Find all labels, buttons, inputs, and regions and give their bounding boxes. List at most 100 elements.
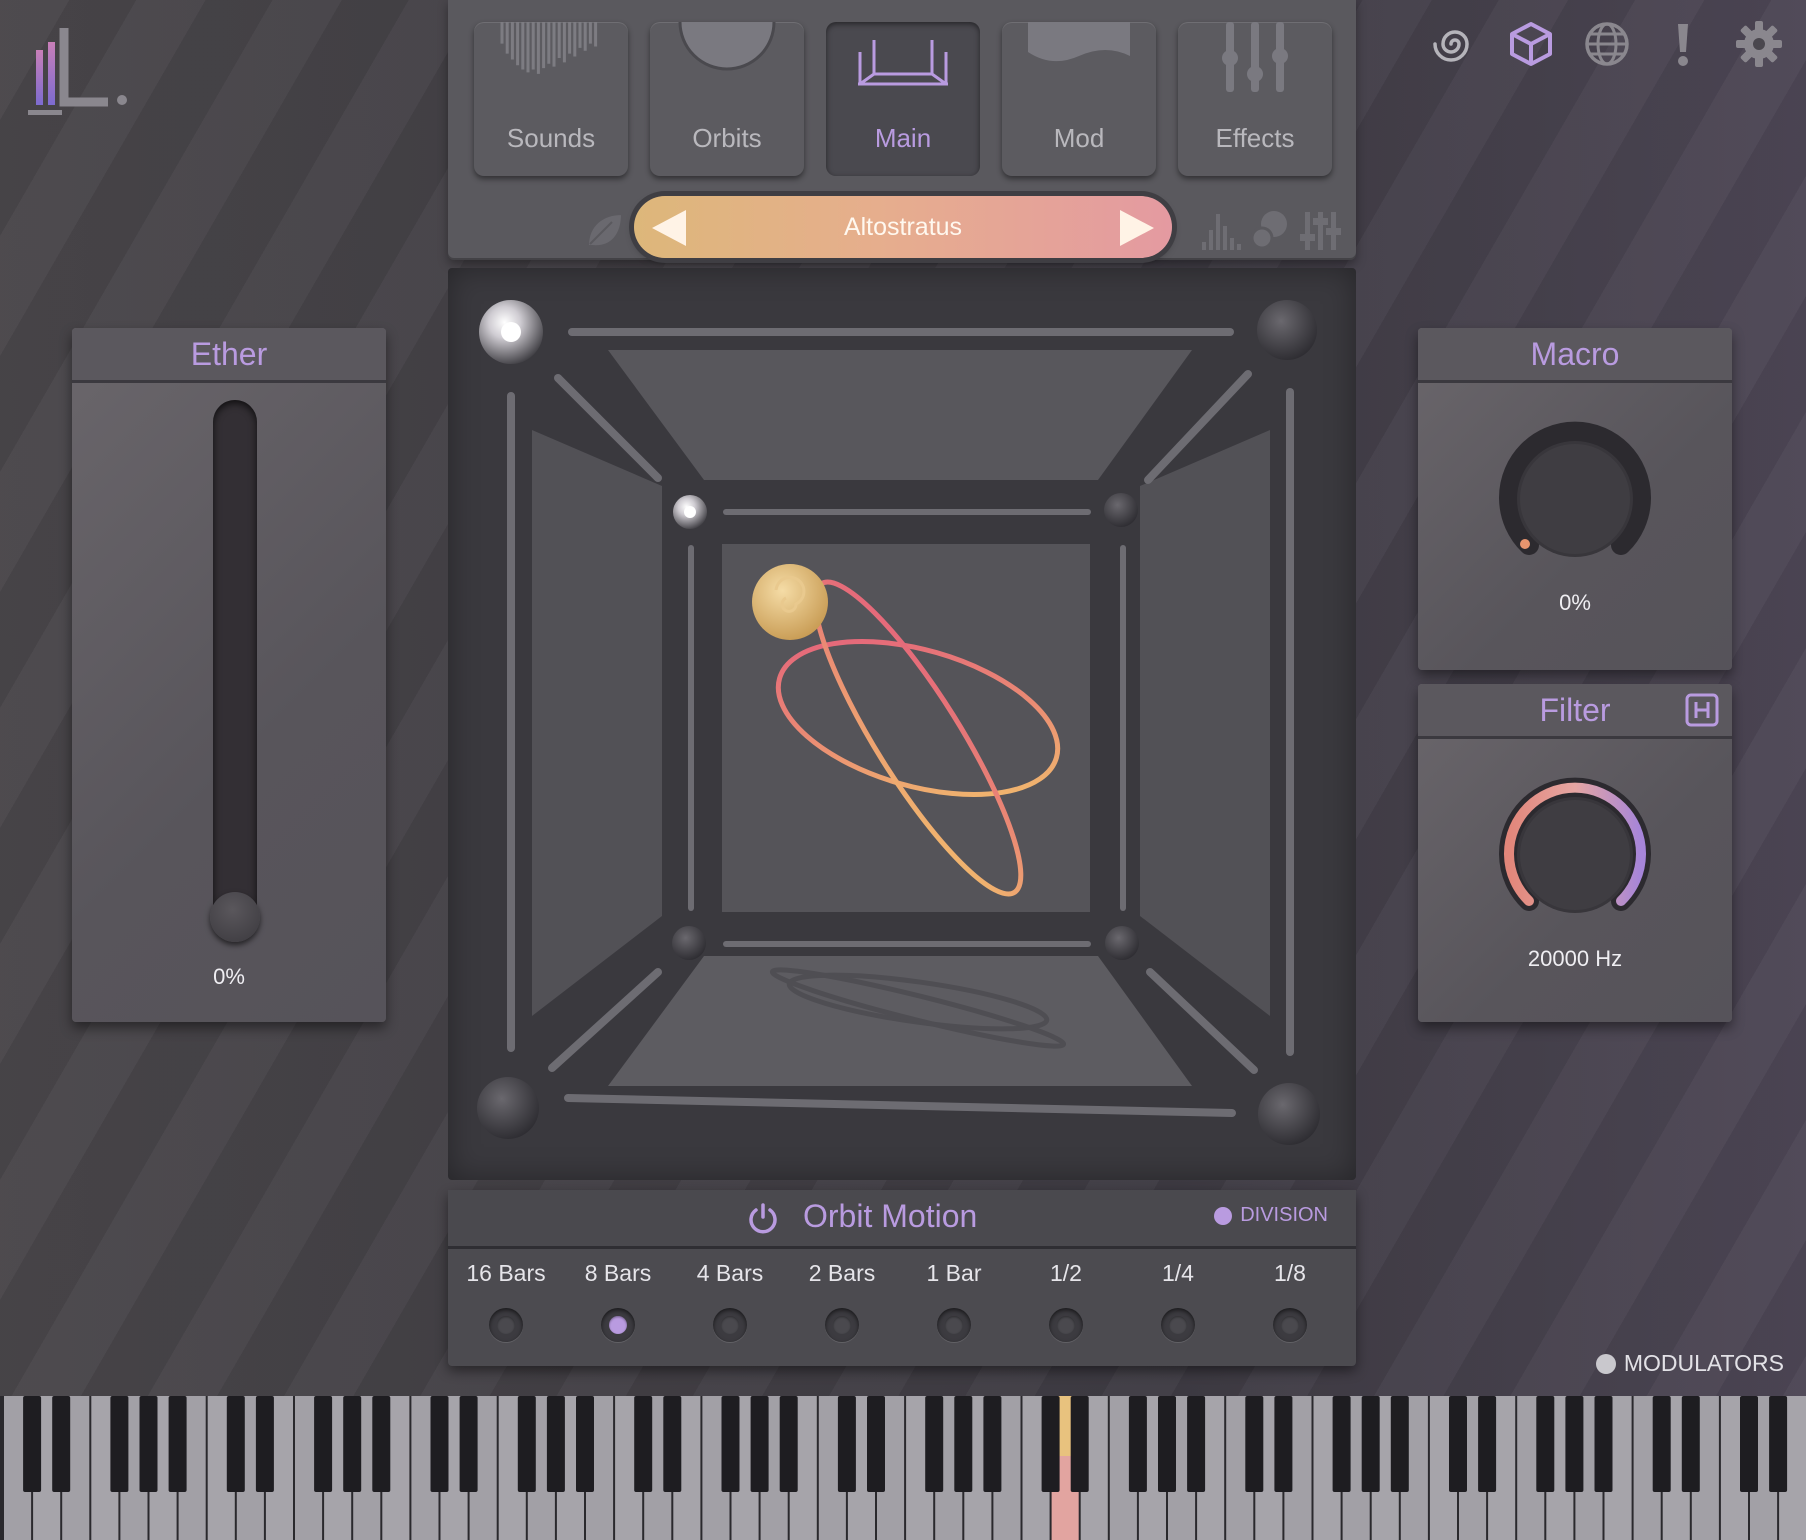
ether-value: 0% <box>213 964 245 989</box>
black-key[interactable] <box>1478 1396 1497 1492</box>
black-key[interactable] <box>867 1396 885 1492</box>
orbit-cube-view[interactable] <box>448 268 1356 1180</box>
division-radio[interactable] <box>1161 1308 1195 1342</box>
black-key[interactable] <box>52 1396 71 1492</box>
black-key[interactable] <box>750 1396 769 1492</box>
exclamation-icon[interactable] <box>1658 18 1708 70</box>
black-key[interactable] <box>255 1396 274 1492</box>
division-radio[interactable] <box>1273 1308 1307 1342</box>
black-key[interactable] <box>1740 1396 1758 1492</box>
spiral-icon[interactable] <box>1430 18 1480 70</box>
black-key[interactable] <box>314 1396 333 1492</box>
black-key[interactable] <box>1041 1396 1060 1492</box>
ether-slider-handle[interactable] <box>210 892 260 942</box>
black-key[interactable] <box>1158 1396 1176 1492</box>
division-step-label: 1/8 <box>1274 1260 1306 1286</box>
black-key[interactable] <box>837 1396 856 1492</box>
black-key[interactable] <box>1332 1396 1351 1492</box>
black-key[interactable] <box>343 1396 362 1492</box>
piano-keyboard[interactable] <box>0 1396 1806 1540</box>
division-toggle[interactable]: DIVISION <box>1214 1204 1328 1227</box>
leaf-icon[interactable] <box>582 208 626 252</box>
black-key[interactable] <box>1449 1396 1467 1492</box>
triangle-right-icon[interactable] <box>1116 208 1156 248</box>
division-step[interactable]: 16 Bars <box>450 1260 562 1342</box>
division-step-label: 16 Bars <box>466 1260 546 1286</box>
globe-icon[interactable] <box>1582 18 1632 70</box>
black-key[interactable] <box>517 1396 536 1492</box>
division-radio[interactable] <box>489 1308 523 1342</box>
division-step-label: 8 Bars <box>584 1260 652 1286</box>
black-key[interactable] <box>576 1396 594 1492</box>
black-key[interactable] <box>1565 1396 1584 1492</box>
black-key[interactable] <box>779 1396 798 1492</box>
filter-knob[interactable] <box>1494 776 1656 938</box>
ether-slider-track[interactable] <box>210 400 260 942</box>
division-step-label: 1/4 <box>1162 1260 1194 1286</box>
division-radio[interactable] <box>825 1308 859 1342</box>
black-key[interactable] <box>110 1396 129 1492</box>
division-radio[interactable] <box>1049 1308 1083 1342</box>
plugin-window: Sounds Orbits Main Mod Effects Altostrat… <box>0 0 1806 1540</box>
division-radio[interactable] <box>937 1308 971 1342</box>
black-key[interactable] <box>1070 1396 1089 1492</box>
tab-label: Mod <box>1053 123 1105 153</box>
black-key[interactable] <box>546 1396 565 1492</box>
black-key[interactable] <box>1245 1396 1264 1492</box>
division-radio[interactable] <box>601 1308 635 1342</box>
tab-sounds[interactable]: Sounds <box>474 22 628 176</box>
black-key[interactable] <box>663 1396 682 1492</box>
tab-main[interactable]: Main <box>826 22 980 176</box>
tab-label: Sounds <box>506 123 596 153</box>
tab-mod[interactable]: Mod <box>1002 22 1156 176</box>
division-step-label: 1/2 <box>1050 1260 1082 1286</box>
modulators-toggle[interactable]: MODULATORS <box>1595 1350 1784 1377</box>
macro-panel: Macro 0% <box>1418 328 1732 670</box>
black-key[interactable] <box>983 1396 1002 1492</box>
division-step[interactable]: 1/2 <box>1010 1260 1122 1342</box>
black-key[interactable] <box>1536 1396 1555 1492</box>
gear-icon[interactable] <box>1734 18 1784 70</box>
black-key[interactable] <box>459 1396 478 1492</box>
macro-knob[interactable] <box>1494 420 1656 582</box>
preset-name[interactable]: Altostratus <box>634 196 1172 258</box>
macro-title: Macro <box>1418 328 1732 383</box>
black-key[interactable] <box>226 1396 245 1492</box>
black-key[interactable] <box>634 1396 653 1492</box>
link-box-icon[interactable] <box>1684 692 1720 728</box>
black-key[interactable] <box>1128 1396 1147 1492</box>
black-key[interactable] <box>1652 1396 1671 1492</box>
orbs-icon[interactable] <box>1248 208 1292 252</box>
black-key[interactable] <box>1594 1396 1613 1492</box>
division-radio[interactable] <box>713 1308 747 1342</box>
preset-selector[interactable]: Altostratus <box>634 196 1172 258</box>
mixer-icon[interactable] <box>1298 208 1342 252</box>
tab-orbits[interactable]: Orbits <box>650 22 804 176</box>
black-key[interactable] <box>1390 1396 1409 1492</box>
black-key[interactable] <box>1361 1396 1380 1492</box>
division-step[interactable]: 4 Bars <box>674 1260 786 1342</box>
division-step[interactable]: 1/8 <box>1234 1260 1346 1342</box>
cube-icon[interactable] <box>1506 18 1556 70</box>
division-step[interactable]: 1/4 <box>1122 1260 1234 1342</box>
black-key[interactable] <box>430 1396 449 1492</box>
tab-effects[interactable]: Effects <box>1178 22 1332 176</box>
filter-panel: Filter 20000 Hz <box>1418 684 1732 1022</box>
black-key[interactable] <box>925 1396 944 1492</box>
division-step[interactable]: 2 Bars <box>786 1260 898 1342</box>
black-key[interactable] <box>1187 1396 1206 1492</box>
black-key[interactable] <box>721 1396 740 1492</box>
spectrum-icon[interactable] <box>1198 208 1242 252</box>
black-key[interactable] <box>168 1396 187 1492</box>
black-key[interactable] <box>954 1396 973 1492</box>
black-key[interactable] <box>139 1396 158 1492</box>
filter-value: 20000 Hz <box>1527 946 1623 971</box>
power-icon[interactable] <box>746 1202 780 1236</box>
black-key[interactable] <box>1681 1396 1700 1492</box>
black-key[interactable] <box>372 1396 391 1492</box>
division-step[interactable]: 8 Bars <box>562 1260 674 1342</box>
division-step[interactable]: 1 Bar <box>898 1260 1010 1342</box>
black-key[interactable] <box>1769 1396 1788 1492</box>
black-key[interactable] <box>1274 1396 1293 1492</box>
black-key[interactable] <box>23 1396 42 1492</box>
